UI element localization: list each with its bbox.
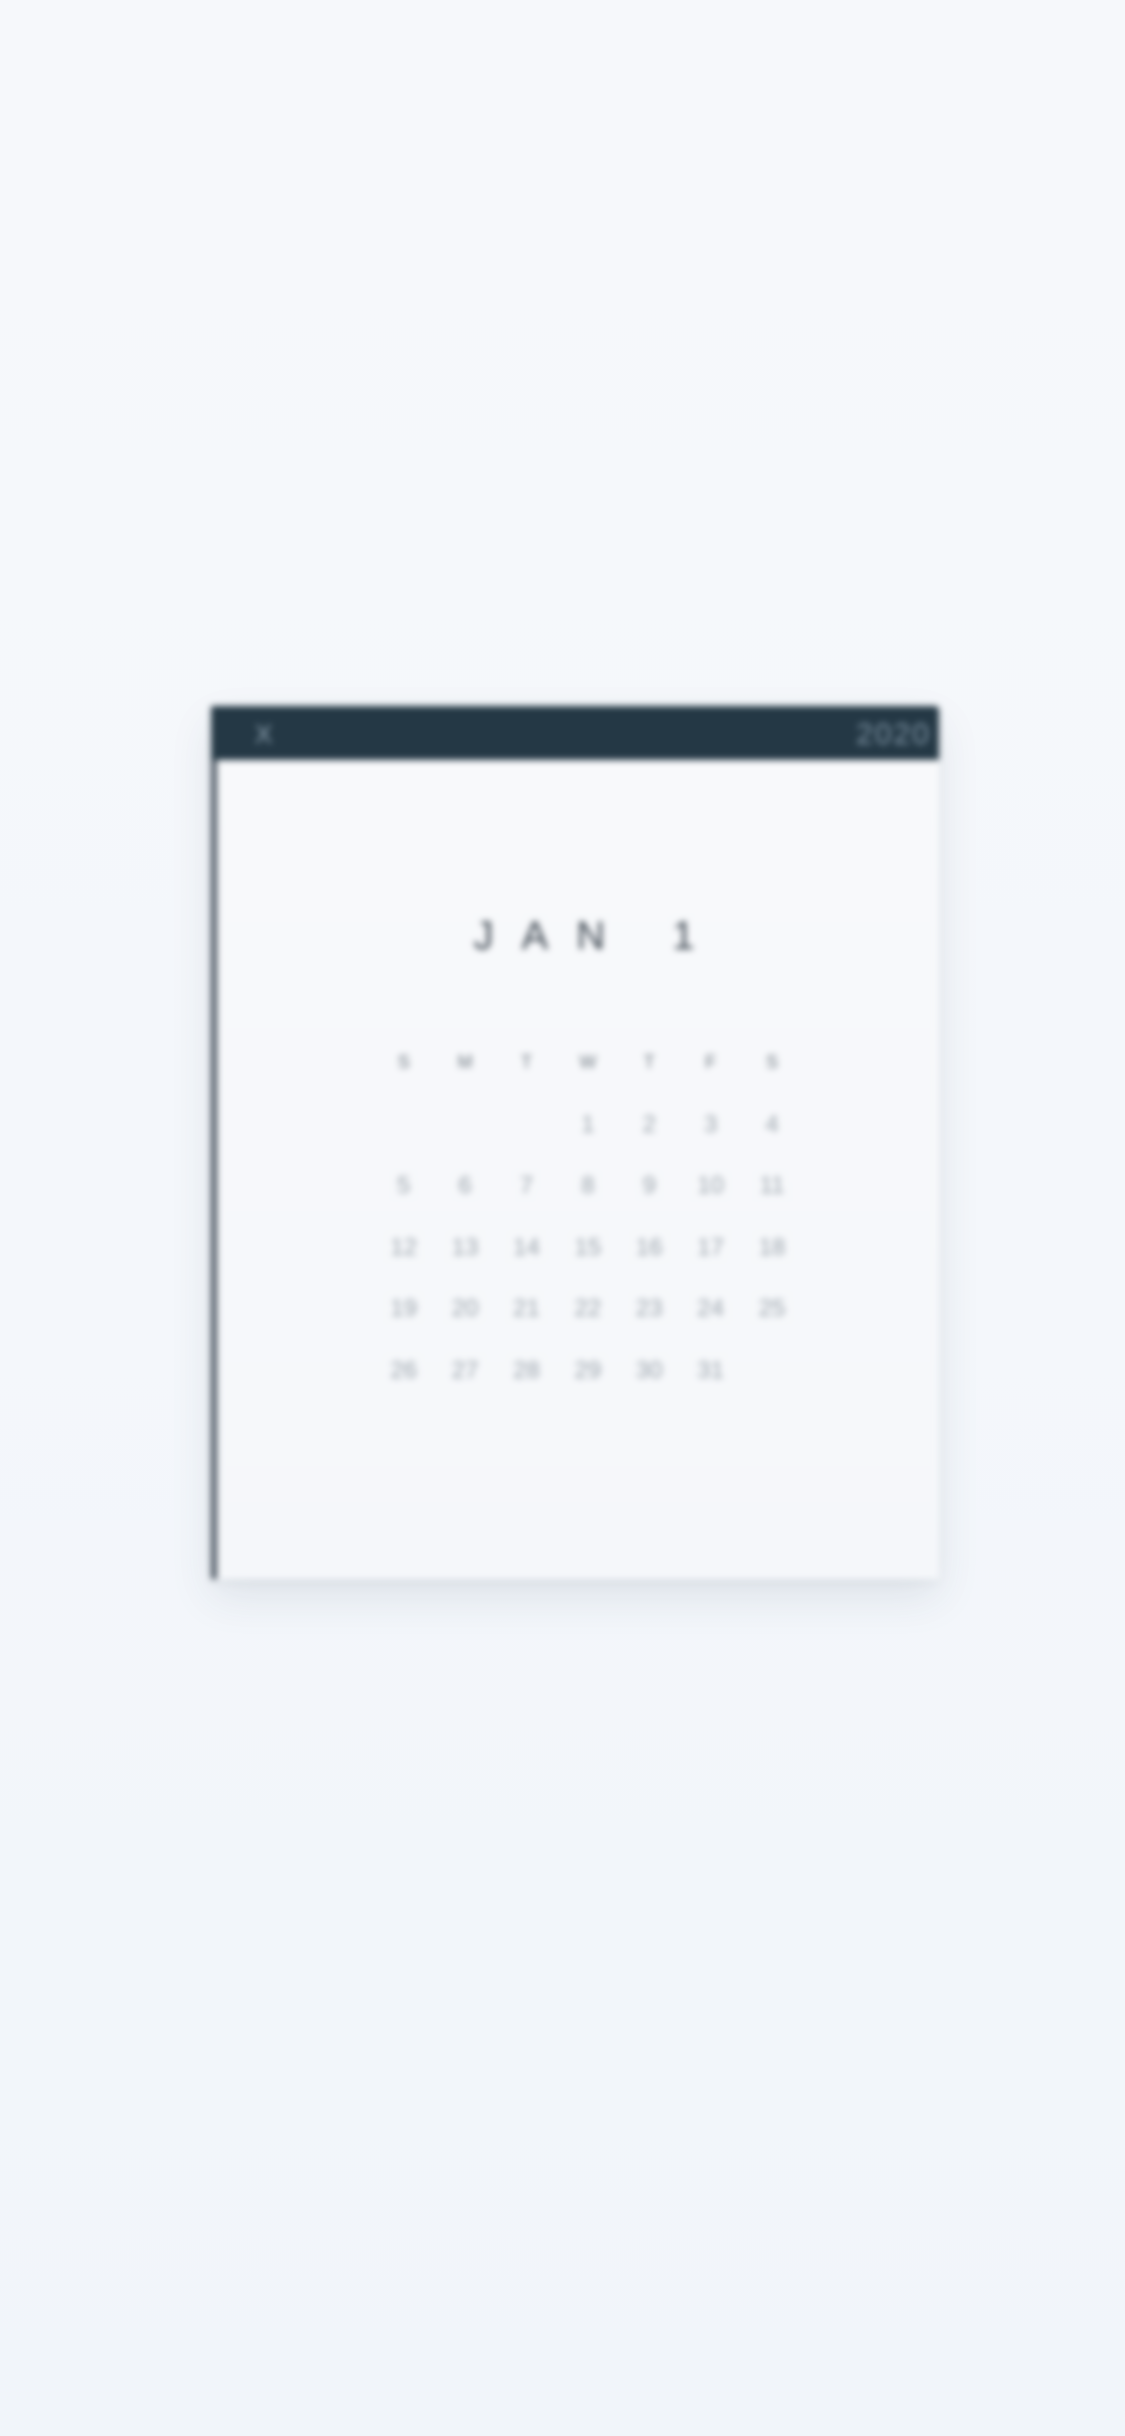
photo-scene: X 2020 JAN 1 S M T W T F S 1 2 3 4 5 6 7… bbox=[0, 0, 1125, 2436]
day-cell: 12 bbox=[390, 1233, 418, 1261]
day-cell: 26 bbox=[390, 1356, 418, 1384]
day-cell: 22 bbox=[574, 1295, 602, 1322]
day-cell: 30 bbox=[635, 1356, 663, 1384]
day-cell: 16 bbox=[635, 1233, 663, 1261]
day-cell: 10 bbox=[697, 1172, 724, 1199]
day-cell bbox=[741, 1340, 802, 1402]
day-cell: 5 bbox=[397, 1172, 411, 1199]
day-cell: 28 bbox=[513, 1356, 540, 1384]
day-cell: 13 bbox=[451, 1233, 479, 1261]
day-cell: 4 bbox=[765, 1110, 779, 1138]
weekday-label: T bbox=[643, 1052, 655, 1072]
day-cell: 18 bbox=[758, 1233, 786, 1261]
day-cell: 23 bbox=[635, 1295, 663, 1322]
day-cell: 17 bbox=[697, 1233, 724, 1261]
calendar-grid: S M T W T F S 1 2 3 4 5 6 7 8 9 10 11 12… bbox=[373, 1032, 803, 1401]
day-cell: 27 bbox=[451, 1356, 479, 1384]
day-cell: 24 bbox=[697, 1295, 724, 1322]
day-cell bbox=[496, 1094, 557, 1156]
header-year: 2020 bbox=[856, 718, 931, 751]
day-cell: 7 bbox=[519, 1172, 534, 1199]
day-cell: 19 bbox=[390, 1295, 418, 1322]
day-cell: 1 bbox=[581, 1110, 595, 1138]
day-cell bbox=[373, 1094, 434, 1156]
header-left-mark: X bbox=[255, 719, 275, 749]
calendar-header-bar: X 2020 bbox=[211, 706, 939, 760]
day-cell: 21 bbox=[513, 1295, 540, 1322]
wall-calendar: X 2020 JAN 1 S M T W T F S 1 2 3 4 5 6 7… bbox=[211, 706, 939, 1579]
day-cell: 15 bbox=[574, 1233, 602, 1261]
weekday-label: T bbox=[520, 1052, 532, 1072]
weekday-label: M bbox=[457, 1052, 473, 1072]
day-cell: 29 bbox=[574, 1356, 602, 1384]
day-cell: 20 bbox=[451, 1295, 479, 1322]
weekday-label: W bbox=[579, 1052, 597, 1072]
day-cell: 31 bbox=[697, 1356, 724, 1384]
weekday-label: S bbox=[397, 1052, 410, 1072]
day-cell bbox=[434, 1094, 495, 1156]
weekday-label: S bbox=[766, 1052, 779, 1072]
day-cell: 6 bbox=[458, 1172, 472, 1199]
weekday-label: F bbox=[705, 1052, 717, 1072]
day-cell: 25 bbox=[758, 1295, 786, 1322]
month-title: JAN 1 bbox=[473, 914, 723, 958]
day-cell: 14 bbox=[513, 1233, 540, 1261]
day-cell: 3 bbox=[703, 1110, 718, 1138]
day-cell: 9 bbox=[642, 1172, 656, 1199]
day-cell: 11 bbox=[759, 1172, 785, 1199]
day-cell: 8 bbox=[581, 1172, 595, 1199]
day-cell: 2 bbox=[642, 1110, 656, 1138]
